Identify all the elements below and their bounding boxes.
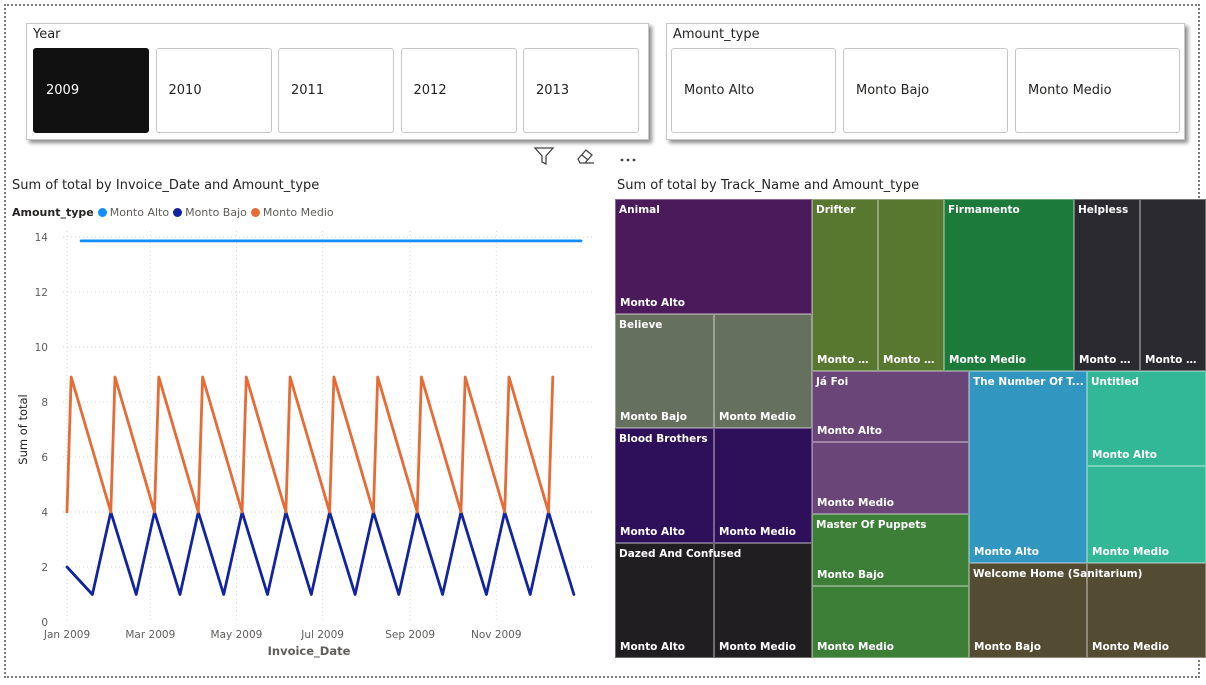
treemap-tile-label: Monto Medio <box>949 354 1026 366</box>
year-tile-2013[interactable]: 2013 <box>523 48 639 133</box>
line-chart-legend: Amount_type Monto Alto Monto Bajo Monto Me… <box>12 206 338 219</box>
treemap-tile[interactable]: Monto M... <box>878 199 944 371</box>
legend-dot <box>250 208 260 217</box>
y-tick-label: 12 <box>35 287 48 299</box>
treemap-tile[interactable]: Monto Medio <box>812 442 969 514</box>
treemap-tile[interactable]: Monto Bajo <box>615 314 714 428</box>
treemap-tile-label: Monto B... <box>1145 354 1203 366</box>
amount-type-slicer: Amount_type Monto Alto Monto Bajo Monto Me… <box>666 23 1185 140</box>
treemap-tile-label: Monto Medio <box>817 497 894 509</box>
legend-item-monto-medio[interactable]: Monto Medio <box>250 206 334 219</box>
legend-label: Monto Alto <box>109 206 170 219</box>
legend-label: Monto Bajo <box>185 206 247 219</box>
treemap-tile[interactable]: Monto Medio <box>714 428 812 543</box>
year-slicer: Year 2009 2010 2011 2012 2013 <box>26 23 649 140</box>
treemap-tile-label: Monto Medio <box>817 641 894 653</box>
treemap-tile[interactable]: Monto Alto <box>1087 371 1206 466</box>
year-slicer-title: Year <box>33 27 61 42</box>
eraser-icon[interactable] <box>571 142 599 170</box>
treemap-tile[interactable]: Monto Medio <box>714 543 812 658</box>
treemap-tile[interactable]: Monto Bajo <box>812 514 969 586</box>
x-tick-label: May 2009 <box>211 629 263 641</box>
treemap-tile[interactable]: Monto Bajo <box>969 563 1087 658</box>
line-chart-title: Sum of total by Invoice_Date and Amount_… <box>12 178 320 193</box>
treemap-tile-label: Monto Alto <box>1092 449 1157 461</box>
treemap: Monto Alto Animal Monto Bajo Monto Medio Bel… <box>615 199 1206 658</box>
treemap-tile[interactable]: Monto Al... <box>1074 199 1140 371</box>
x-tick-label: Nov 2009 <box>471 629 522 641</box>
treemap-tile-label: Monto Al... <box>817 354 875 366</box>
treemap-tile-label: Monto Alto <box>620 297 685 309</box>
amount-tile-monto-alto[interactable]: Monto Alto <box>671 48 836 133</box>
treemap-tile-label: Monto Alto <box>974 546 1039 558</box>
series-line-monto-bajo <box>65 510 576 596</box>
y-tick-label: 14 <box>35 232 49 244</box>
treemap-title: Sum of total by Track_Name and Amount_ty… <box>617 178 920 193</box>
y-tick-label: 10 <box>35 342 48 354</box>
line-chart: 0 2 4 6 8 10 12 14 Jan 2009 Mar 2009 May 2009 Jul 2… <box>16 231 593 659</box>
treemap-tile-label: Monto Medio <box>719 641 796 653</box>
x-axis-title: Invoice_Date <box>268 644 351 659</box>
treemap-tile[interactable]: Monto Medio <box>1087 466 1206 563</box>
treemap-tile-label: Monto Medio <box>719 411 796 423</box>
year-tile-2012[interactable]: 2012 <box>400 48 517 133</box>
amount-tile-monto-medio[interactable]: Monto Medio <box>1015 48 1180 133</box>
treemap-tile[interactable]: Monto Medio <box>944 199 1074 371</box>
legend-dot <box>173 208 183 217</box>
treemap-tile-label: Monto Medio <box>1092 546 1169 558</box>
treemap-tile-label: Monto Bajo <box>974 641 1041 653</box>
legend-label: Monto Medio <box>262 206 334 219</box>
more-options-icon[interactable] <box>614 142 642 170</box>
treemap-tile[interactable]: Monto Medio <box>1087 563 1206 658</box>
legend-title: Amount_type <box>12 206 94 219</box>
treemap-tile-label: Monto Alto <box>817 425 882 437</box>
treemap-tile-label: Monto Medio <box>719 526 796 538</box>
treemap-tile[interactable]: Monto Alto <box>812 371 969 442</box>
treemap-tile-label: Monto Bajo <box>817 569 884 581</box>
treemap-tile-label: Monto Al... <box>1079 354 1137 366</box>
y-axis-title: Sum of total <box>16 394 30 464</box>
amount-type-slicer-title: Amount_type <box>673 27 760 42</box>
treemap-tile[interactable]: Monto Al... <box>812 199 878 371</box>
treemap-tile[interactable]: Monto Alto <box>615 543 714 658</box>
treemap-tile[interactable]: Monto Medio <box>714 314 812 428</box>
treemap-tile-label: Monto Medio <box>1092 641 1169 653</box>
x-tick-label: Jul 2009 <box>300 629 344 641</box>
x-tick-label: Mar 2009 <box>125 629 175 641</box>
legend-item-monto-alto[interactable]: Monto Alto <box>97 206 170 219</box>
year-tile-2011[interactable]: 2011 <box>278 48 394 133</box>
treemap-tile-label: Monto Bajo <box>620 411 687 423</box>
year-tile-2010[interactable]: 2010 <box>155 48 272 133</box>
x-tick-label: Jan 2009 <box>43 629 90 641</box>
legend-item-monto-bajo[interactable]: Monto Bajo <box>173 206 247 219</box>
treemap-tile[interactable]: Monto B... <box>1140 199 1206 371</box>
legend-dot <box>97 208 107 217</box>
series-line-monto-medio <box>65 375 555 514</box>
treemap-tile-label: Monto Alto <box>620 526 685 538</box>
x-tick-label: Sep 2009 <box>385 629 435 641</box>
treemap-tile[interactable]: Monto Alto <box>615 199 812 314</box>
treemap-tile-label: Monto M... <box>883 354 941 366</box>
y-tick-label: 8 <box>41 397 48 409</box>
y-tick-label: 2 <box>41 562 48 574</box>
treemap-tile[interactable]: Monto Alto <box>615 428 714 543</box>
treemap-tile-label: Monto Alto <box>620 641 685 653</box>
y-tick-label: 0 <box>41 617 48 629</box>
y-tick-label: 6 <box>41 452 48 464</box>
year-tile-2009[interactable]: 2009 <box>33 48 149 133</box>
treemap-tile[interactable]: Monto Medio <box>812 586 969 658</box>
y-tick-label: 4 <box>41 507 48 519</box>
treemap-tile[interactable]: Monto Alto <box>969 371 1087 563</box>
amount-tile-monto-bajo[interactable]: Monto Bajo <box>843 48 1008 133</box>
filter-icon[interactable] <box>530 142 558 170</box>
